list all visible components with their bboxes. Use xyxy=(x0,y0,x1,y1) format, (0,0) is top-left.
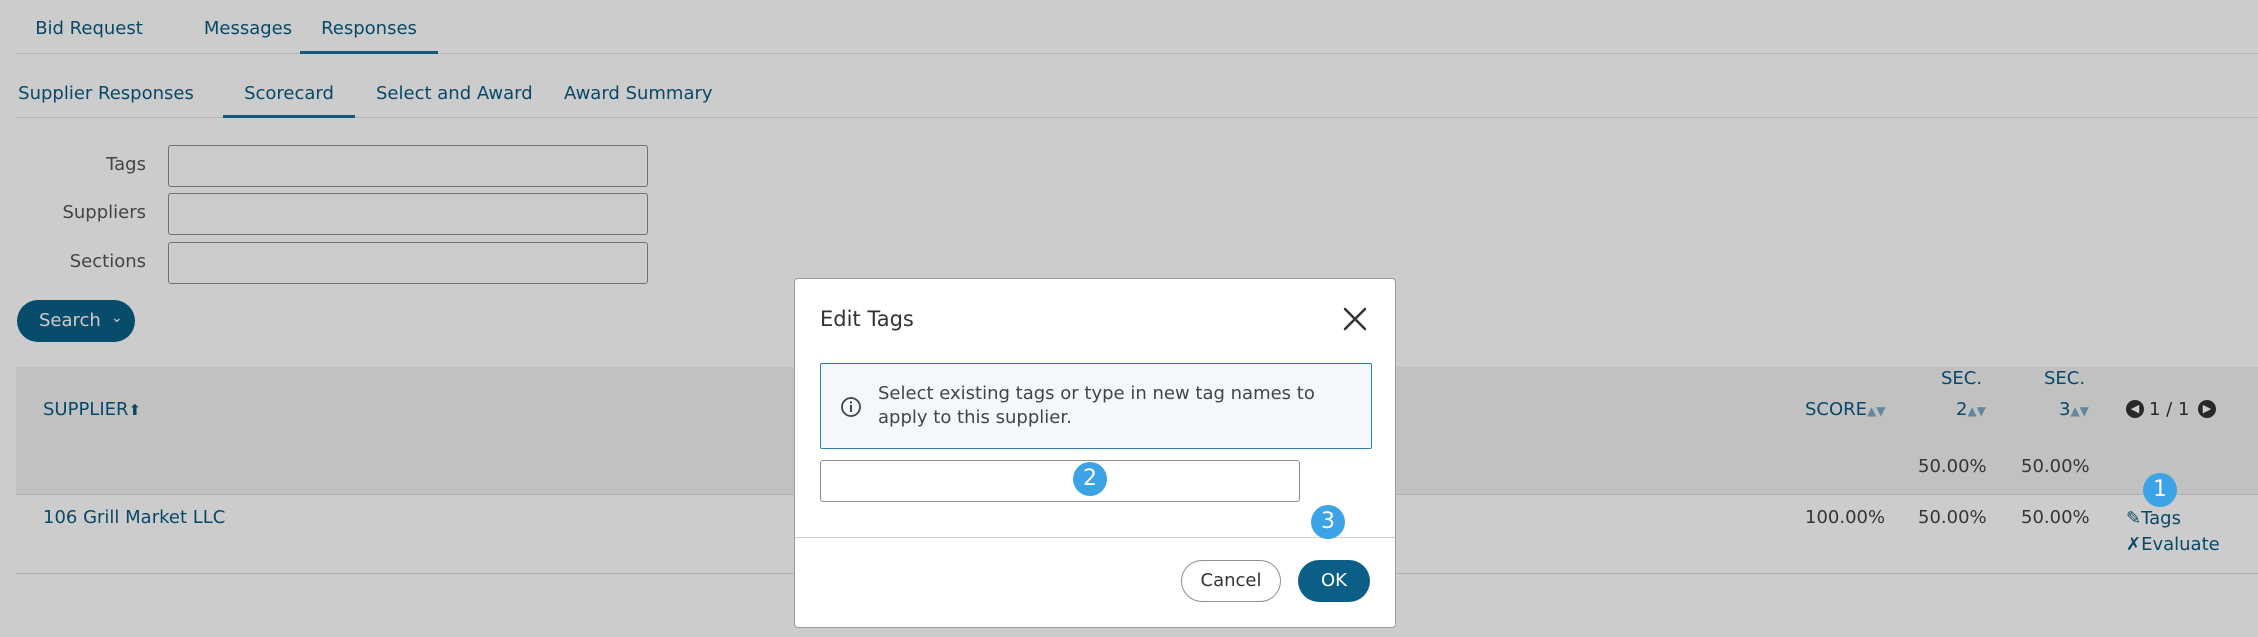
ok-button[interactable]: OK xyxy=(1298,560,1370,602)
info-icon xyxy=(841,397,861,417)
tags-input[interactable] xyxy=(820,460,1300,502)
cancel-button[interactable]: Cancel xyxy=(1181,560,1281,602)
annotation-badge-3: 3 xyxy=(1311,505,1345,539)
edit-tags-dialog: Edit Tags Select existing tags or type i… xyxy=(794,278,1396,628)
close-icon[interactable] xyxy=(1341,305,1369,333)
annotation-badge-1: 1 xyxy=(2143,473,2177,507)
annotation-badge-2: 2 xyxy=(1073,462,1107,496)
info-text: Select existing tags or type in new tag … xyxy=(878,383,1315,428)
dialog-divider xyxy=(795,537,1395,538)
dialog-title: Edit Tags xyxy=(820,307,914,331)
info-message: Select existing tags or type in new tag … xyxy=(820,363,1372,449)
